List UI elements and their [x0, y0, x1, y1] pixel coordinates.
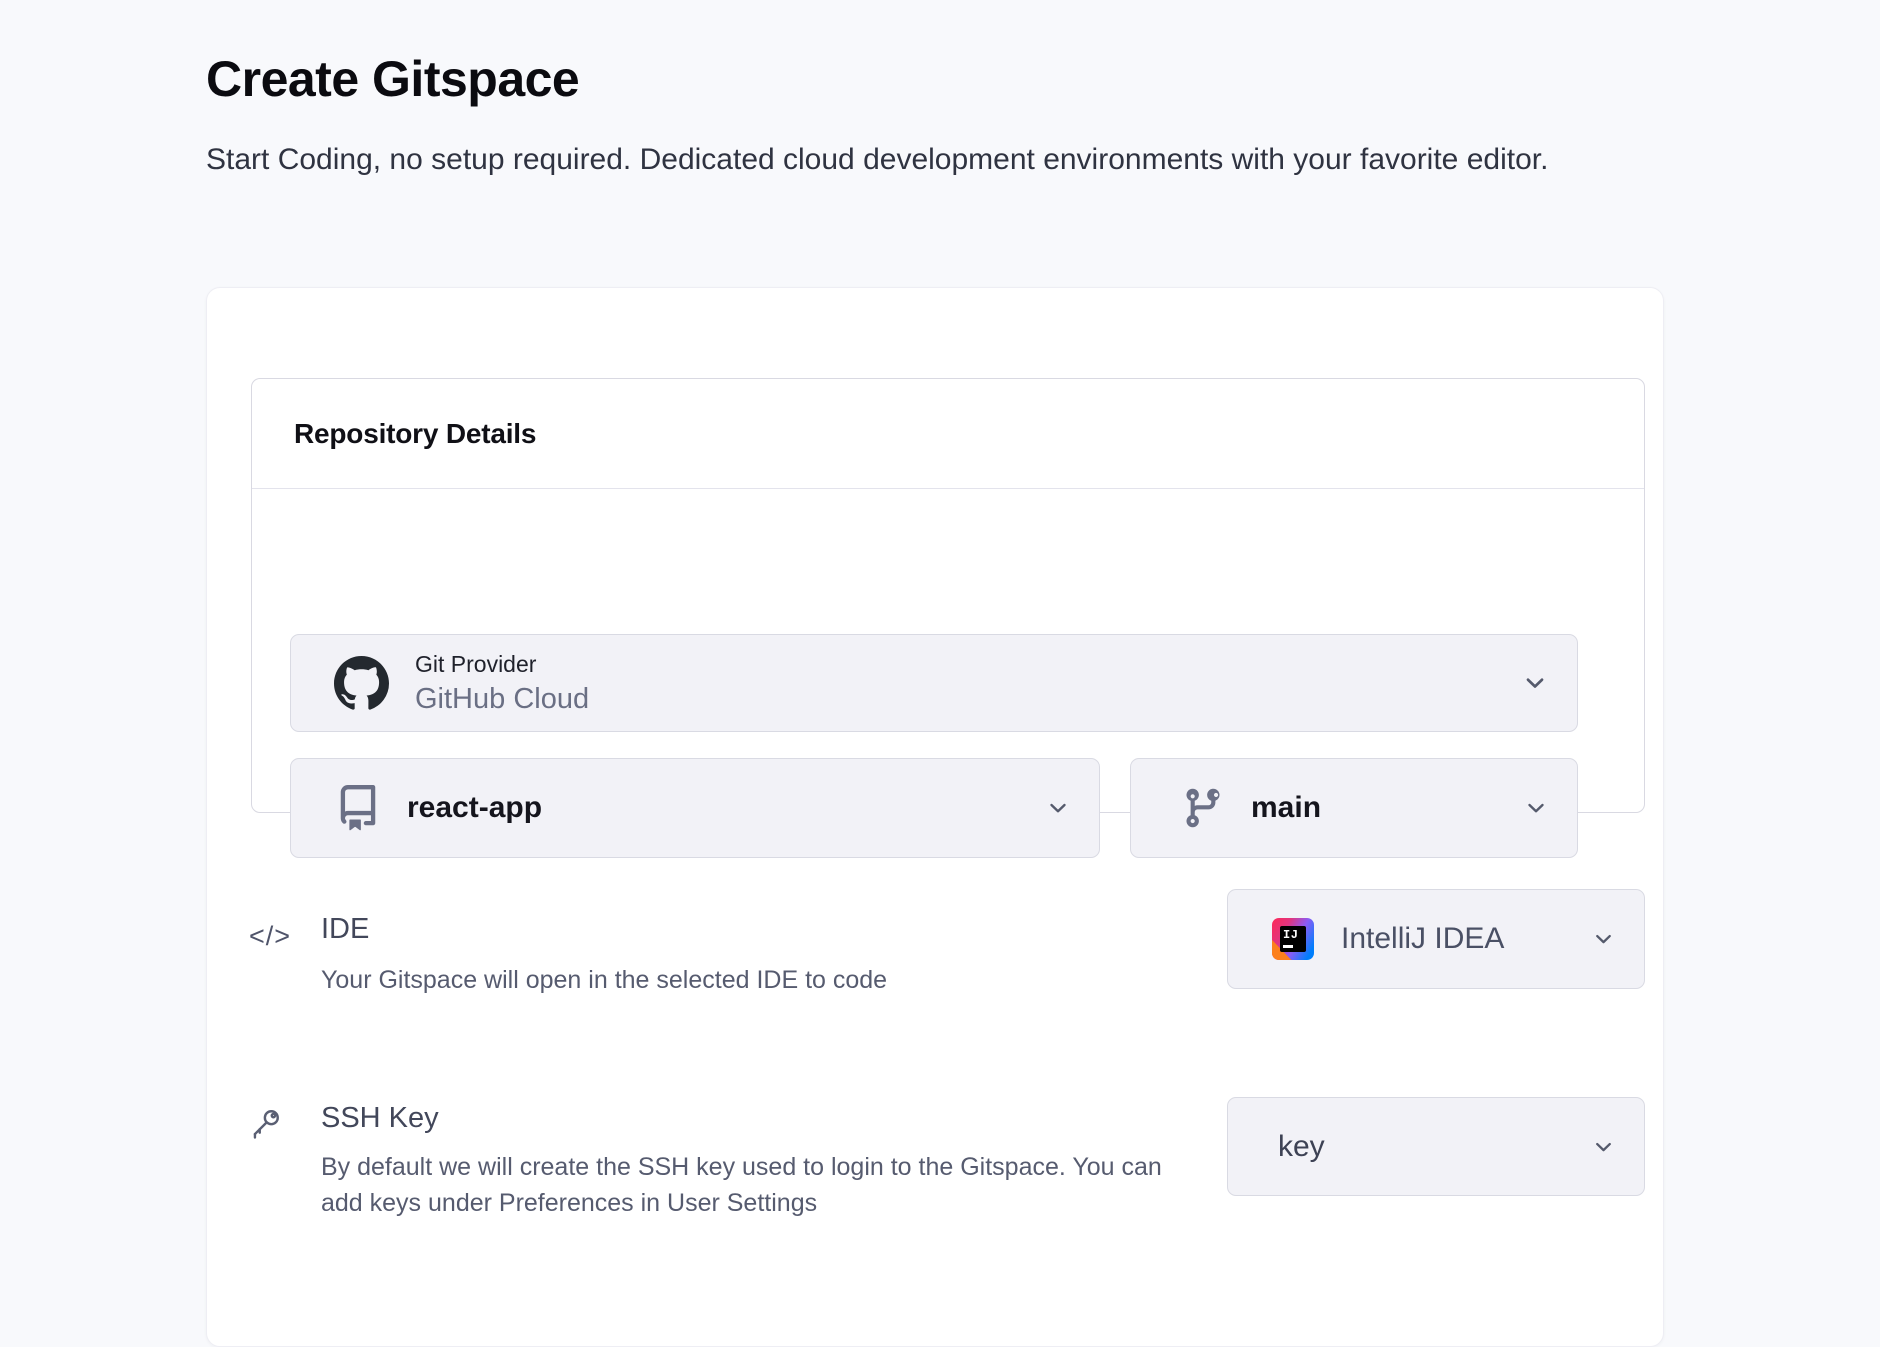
git-provider-text: Git Provider GitHub Cloud [415, 650, 589, 716]
chevron-down-icon [1591, 927, 1616, 952]
ide-select[interactable]: IJ IntelliJ IDEA [1227, 889, 1645, 989]
chevron-down-icon [1045, 795, 1071, 821]
branch-select[interactable]: main [1130, 758, 1578, 858]
github-icon [334, 656, 389, 711]
key-icon [247, 1106, 283, 1142]
repository-details-card: Repository Details Git Provider GitHub C… [251, 378, 1645, 813]
intellij-idea-icon: IJ [1272, 918, 1314, 960]
page-subtitle: Start Coding, no setup required. Dedicat… [206, 138, 1606, 181]
git-branch-icon [1181, 786, 1225, 830]
repo-icon [335, 785, 381, 831]
ssh-key-description: By default we will create the SSH key us… [321, 1149, 1166, 1221]
ssh-key-label: SSH Key [321, 1102, 439, 1135]
code-icon: </> [249, 921, 291, 952]
repository-details-header: Repository Details [252, 379, 1644, 489]
branch-value: main [1251, 791, 1321, 825]
chevron-down-icon [1523, 795, 1549, 821]
repository-select[interactable]: react-app [290, 758, 1100, 858]
ide-label: IDE [321, 913, 369, 946]
git-provider-value: GitHub Cloud [415, 682, 589, 716]
chevron-down-icon [1521, 669, 1549, 697]
git-provider-select[interactable]: Git Provider GitHub Cloud [290, 634, 1578, 732]
repository-value: react-app [407, 791, 542, 825]
ssh-key-select[interactable]: key [1227, 1097, 1645, 1196]
ide-description: Your Gitspace will open in the selected … [321, 962, 887, 998]
gitspace-form-panel: Repository Details Git Provider GitHub C… [206, 287, 1664, 1347]
ssh-key-value: key [1278, 1130, 1325, 1164]
git-provider-label: Git Provider [415, 650, 589, 678]
page-title: Create Gitspace [206, 50, 579, 108]
ide-value: IntelliJ IDEA [1341, 922, 1504, 956]
repository-details-heading: Repository Details [294, 418, 536, 450]
chevron-down-icon [1591, 1134, 1616, 1159]
